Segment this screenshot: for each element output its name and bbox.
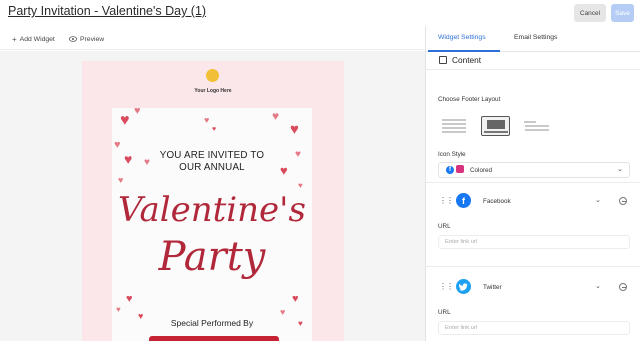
remove-social-button[interactable] xyxy=(619,283,627,291)
footer-layout-option-1[interactable] xyxy=(439,116,468,136)
save-button[interactable]: Save xyxy=(611,4,634,22)
tab-widget-settings[interactable]: Widget Settings xyxy=(438,34,486,41)
heart-decoration-icon: ♥ xyxy=(126,293,133,305)
heart-decoration-icon: ♥ xyxy=(212,126,217,133)
heart-decoration-icon: ♥ xyxy=(120,112,130,129)
footer-layout-option-3[interactable] xyxy=(522,116,551,136)
twitter-url-input[interactable]: Enter link url xyxy=(438,321,630,335)
facebook-icon: f xyxy=(456,193,471,208)
editor-toolbar: + Add Widget Preview xyxy=(0,30,425,50)
heart-decoration-icon: ♥ xyxy=(204,115,210,125)
icon-style-select[interactable]: f Colored ⌄ xyxy=(438,162,630,178)
document-title[interactable]: Party Invitation - Valentine's Day (1) xyxy=(8,4,206,18)
instagram-icon xyxy=(454,165,464,175)
social-network-value: Twitter xyxy=(483,283,502,291)
panel-divider xyxy=(425,26,426,341)
heart-decoration-icon: ♥ xyxy=(290,121,299,138)
chevron-down-icon: ⌄ xyxy=(617,166,623,173)
divider xyxy=(426,266,640,267)
chevron-down-icon: ⌄ xyxy=(595,283,601,290)
section-title: Content xyxy=(452,55,482,65)
heart-decoration-icon: ♥ xyxy=(116,305,121,314)
invitation-image[interactable]: ♥ ♥ ♥ ♥ ♥ ♥ ♥ ♥ ♥ ♥ ♥ ♥ ♥ ♥ ♥ ♥ ♥ ♥ ♥ YO… xyxy=(112,108,312,341)
facebook-url-input[interactable]: Enter link url xyxy=(438,235,630,249)
plus-icon: + xyxy=(12,35,17,44)
tab-email-settings[interactable]: Email Settings xyxy=(514,34,557,41)
heart-decoration-icon: ♥ xyxy=(272,109,280,123)
performed-by-text: Special Performed By xyxy=(170,318,254,328)
drag-handle-icon[interactable]: ⋮⋮ xyxy=(439,196,454,205)
content-icon xyxy=(439,56,447,64)
facebook-icon: f xyxy=(446,166,454,174)
heart-decoration-icon: ♥ xyxy=(118,175,124,185)
icon-style-label: Icon Style xyxy=(438,151,466,158)
invite-line-2: OUR ANNUAL xyxy=(179,162,245,173)
logo-image[interactable] xyxy=(206,69,219,82)
footer-layout-option-2[interactable] xyxy=(481,116,510,136)
url-label: URL xyxy=(438,223,451,230)
heart-decoration-icon: ♥ xyxy=(298,181,303,190)
url-label: URL xyxy=(438,309,451,316)
heart-decoration-icon: ♥ xyxy=(134,108,141,117)
divider xyxy=(426,182,640,183)
heart-decoration-icon: ♥ xyxy=(280,307,286,317)
heart-decoration-icon: ♥ xyxy=(292,293,299,305)
editor-canvas: Your Logo Here ♥ ♥ ♥ ♥ ♥ ♥ ♥ ♥ ♥ ♥ ♥ ♥ ♥… xyxy=(0,51,425,341)
eye-icon xyxy=(69,35,77,44)
twitter-icon xyxy=(456,279,471,294)
logo-text: Your Logo Here xyxy=(194,88,232,94)
remove-social-button[interactable] xyxy=(619,197,627,205)
invite-line-1: YOU ARE INVITED TO xyxy=(159,150,265,161)
performer-banner xyxy=(149,336,279,341)
social-network-value: Facebook xyxy=(483,197,511,205)
cancel-button[interactable]: Cancel xyxy=(574,4,606,22)
social-network-select-facebook[interactable]: Facebook ⌄ xyxy=(476,193,608,209)
script-title-line-1: Valentine's xyxy=(118,190,306,230)
preview-button[interactable]: Preview xyxy=(69,35,104,44)
script-title-line-2: Party xyxy=(158,234,266,280)
drag-handle-icon[interactable]: ⋮⋮ xyxy=(439,282,454,291)
add-widget-label: Add Widget xyxy=(19,36,55,43)
add-widget-button[interactable]: + Add Widget xyxy=(12,35,55,44)
settings-tabs: Widget Settings Email Settings xyxy=(426,26,640,52)
email-card[interactable]: Your Logo Here ♥ ♥ ♥ ♥ ♥ ♥ ♥ ♥ ♥ ♥ ♥ ♥ ♥… xyxy=(82,61,344,341)
preview-label: Preview xyxy=(80,36,105,43)
icon-style-value: Colored xyxy=(470,166,493,174)
chevron-down-icon: ⌄ xyxy=(595,197,601,204)
footer-layout-label: Choose Footer Layout xyxy=(438,96,501,103)
social-network-select-twitter[interactable]: Twitter ⌄ xyxy=(476,279,608,295)
top-bar: Party Invitation - Valentine's Day (1) C… xyxy=(0,0,640,26)
